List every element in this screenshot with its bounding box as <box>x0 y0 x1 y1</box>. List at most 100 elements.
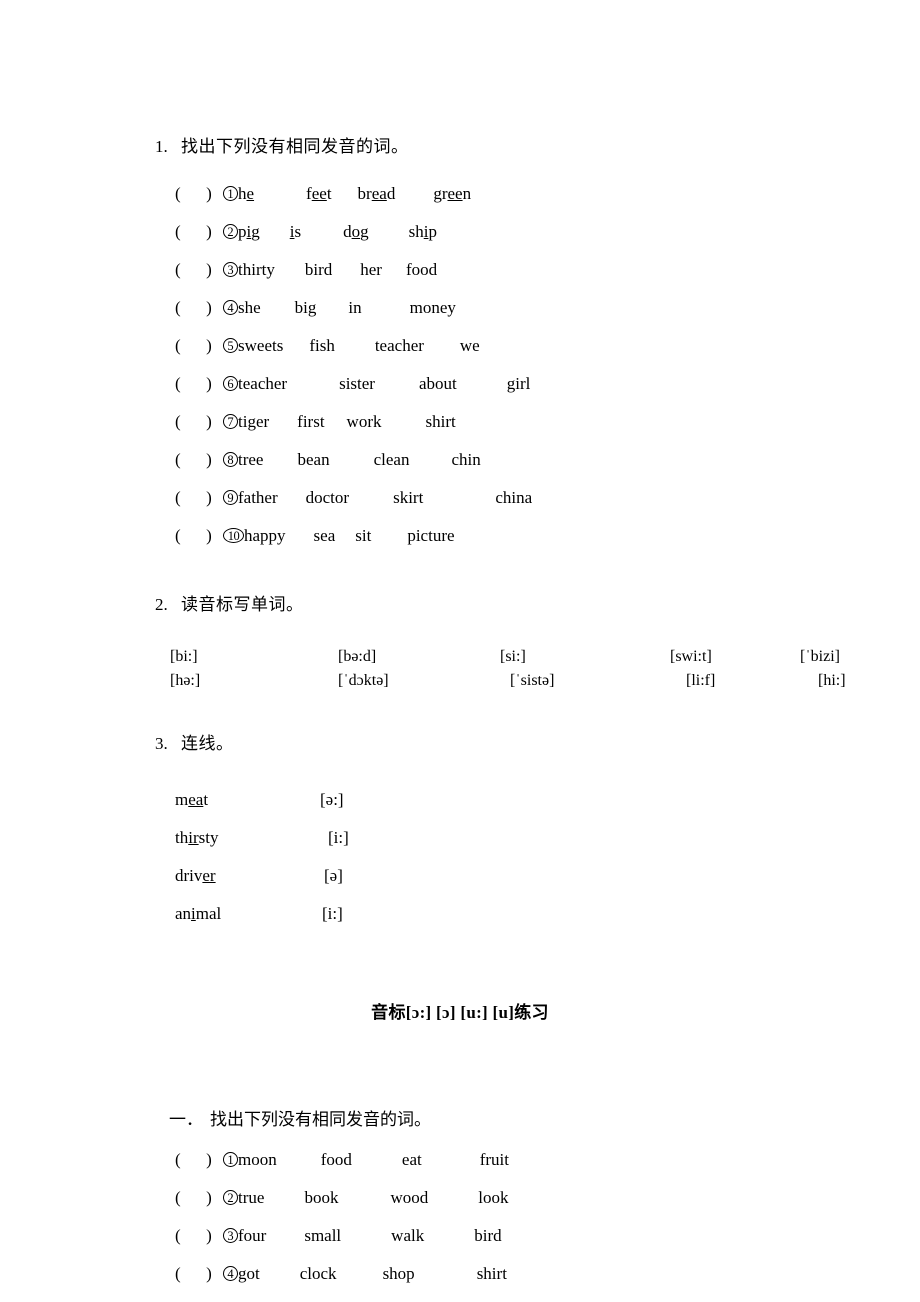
option-word: skirt <box>393 487 424 507</box>
answer-blank[interactable]: ( ) <box>175 412 223 432</box>
answer-blank[interactable]: ( ) <box>175 222 223 242</box>
question-row[interactable]: ( ) 1 moon food eat fruit <box>0 1150 920 1188</box>
option-word: doctor <box>305 487 350 507</box>
answer-blank[interactable]: ( ) <box>175 374 223 394</box>
match-word[interactable]: animal <box>175 904 320 924</box>
phonetic-symbol: [bi:] <box>170 647 198 665</box>
question-row[interactable]: ( ) 3 four small walk bird <box>0 1226 920 1264</box>
question-row[interactable]: ( ) 4 she big in money <box>0 298 920 336</box>
circled-number-4: 4 <box>223 299 238 315</box>
option-word: shirt <box>476 1263 507 1283</box>
matching-row[interactable]: animal [i:] <box>175 904 920 942</box>
section2-heading: 2. 读音标写单词。 <box>138 568 920 642</box>
question-row[interactable]: ( ) 10 happy sea sit picture <box>0 526 920 564</box>
section4-heading: 一． 找出下列没有相同发音的词。 <box>152 1085 920 1150</box>
option-word: we <box>459 335 480 355</box>
circled-number-7: 7 <box>223 413 238 429</box>
section3-heading: 3. 连线。 <box>138 708 920 782</box>
option-word: pig <box>238 221 260 241</box>
matching-row[interactable]: thirsty [i:] <box>175 828 920 866</box>
option-word: book <box>304 1187 339 1207</box>
option-word: clock <box>299 1263 337 1283</box>
underlined-letters: i <box>191 903 196 923</box>
question-row[interactable]: ( ) 2 true book wood look <box>0 1188 920 1226</box>
matching-row[interactable]: driver [ə] <box>175 866 920 904</box>
answer-blank[interactable]: ( ) <box>175 260 223 280</box>
phonetic-symbol: [li:f] <box>686 671 716 689</box>
underlined-letters: o <box>351 221 361 241</box>
section2-number: 2. <box>155 594 168 614</box>
circled-number-2: 2 <box>223 223 238 239</box>
option-word: china <box>495 487 533 507</box>
underlined-letters: ee <box>311 183 327 203</box>
option-word: thirty <box>238 259 275 279</box>
phonetic-symbol: [hə:] <box>170 671 201 689</box>
phonetic-symbol: [swi:t] <box>670 647 712 665</box>
answer-blank[interactable]: ( ) <box>175 1188 223 1208</box>
question-row[interactable]: ( ) 4 got clock shop shirt <box>0 1264 920 1302</box>
match-symbol[interactable]: [i:] <box>322 904 343 924</box>
option-word: bread <box>357 183 396 203</box>
answer-blank[interactable]: ( ) <box>175 488 223 508</box>
match-symbol[interactable]: [ə:] <box>320 790 344 810</box>
option-word: teacher <box>374 335 424 355</box>
match-symbol[interactable]: [ə] <box>324 866 343 886</box>
underlined-letters: i <box>246 221 252 241</box>
option-word: wood <box>390 1187 429 1207</box>
match-word[interactable]: driver <box>175 866 320 886</box>
option-word: picture <box>407 525 455 545</box>
question-row[interactable]: ( ) 7 tiger first work shirt <box>0 412 920 450</box>
exercise-title: 音标[ɔ:] [ɔ] [u:] [u]练习 <box>371 1002 549 1022</box>
question-row[interactable]: ( ) 3 thirty bird her food <box>0 260 920 298</box>
question-row[interactable]: ( ) 2 pig is dog ship <box>0 222 920 260</box>
underlined-letters: ea <box>371 183 387 203</box>
option-word: dog <box>343 221 369 241</box>
option-word: first <box>297 411 325 431</box>
match-word[interactable]: thirsty <box>175 828 320 848</box>
option-word: shop <box>382 1263 415 1283</box>
phonetics-row-1: [bi:] [bə:d] [si:] [swi:t] [ˈbizi] <box>170 648 920 672</box>
phonetic-symbol: [bə:d] <box>338 647 377 665</box>
section4-question-list: ( ) 1 moon food eat fruit( ) 2 true book wood look… <box>0 1150 920 1302</box>
phonetic-symbol: [ˈbizi] <box>800 647 840 665</box>
option-word: four <box>238 1225 267 1245</box>
option-word: he <box>238 183 255 203</box>
match-word[interactable]: meat <box>175 790 320 810</box>
section2-phonetics-grid: [bi:] [bə:d] [si:] [swi:t] [ˈbizi] [hə:] [ˈdɔ… <box>0 648 920 696</box>
section3-instruction: 连线。 <box>181 734 234 754</box>
phonetics-row-2: [hə:] [ˈdɔktə] [ˈsistə] [li:f] [hi:] <box>170 672 920 696</box>
answer-blank[interactable]: ( ) <box>175 1150 223 1170</box>
answer-blank[interactable]: ( ) <box>175 336 223 356</box>
underlined-letters: er <box>202 865 216 885</box>
question-row[interactable]: ( ) 8 tree bean clean chin <box>0 450 920 488</box>
circled-number-3: 3 <box>223 261 238 277</box>
underlined-letters: i <box>423 221 429 241</box>
option-word: true <box>238 1187 265 1207</box>
question-row[interactable]: ( ) 1 he feet bread green <box>0 184 920 222</box>
answer-blank[interactable]: ( ) <box>175 450 223 470</box>
option-word: about <box>418 373 457 393</box>
phonetic-symbol: [si:] <box>500 647 526 665</box>
match-symbol[interactable]: [i:] <box>328 828 349 848</box>
option-word: fish <box>309 335 335 355</box>
answer-blank[interactable]: ( ) <box>175 1264 223 1284</box>
option-word: sweets <box>238 335 284 355</box>
option-word: money <box>409 297 456 317</box>
phonetic-symbol: [ˈsistə] <box>510 671 555 689</box>
answer-blank[interactable]: ( ) <box>175 184 223 204</box>
option-word: sister <box>339 373 375 393</box>
answer-blank[interactable]: ( ) <box>175 526 223 546</box>
option-word: bean <box>297 449 330 469</box>
option-word: she <box>238 297 261 317</box>
answer-blank[interactable]: ( ) <box>175 1226 223 1246</box>
matching-row[interactable]: meat [ə:] <box>175 790 920 828</box>
section3-matching-list: meat [ə:] thirsty [i:] driver [ə] animal [i:] <box>0 790 920 942</box>
worksheet-page: 1. 找出下列没有相同发音的词。 ( ) 1 he feet bread green( ) 2… <box>0 0 920 1302</box>
option-word: walk <box>391 1225 425 1245</box>
option-word: feet <box>306 183 332 203</box>
circled-number-9: 9 <box>223 489 238 505</box>
question-row[interactable]: ( ) 6 teacher sister about girl <box>0 374 920 412</box>
answer-blank[interactable]: ( ) <box>175 298 223 318</box>
question-row[interactable]: ( ) 9 father doctor skirt china <box>0 488 920 526</box>
question-row[interactable]: ( ) 5 sweets fish teacher we <box>0 336 920 374</box>
